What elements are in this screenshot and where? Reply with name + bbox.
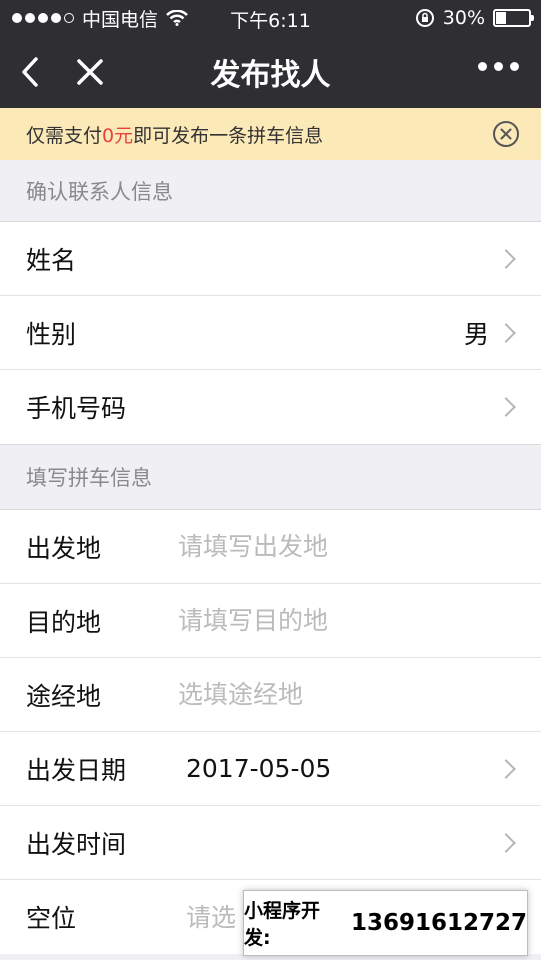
status-bar: 中国电信 下午6:11 30%	[0, 0, 541, 36]
departure-time-row[interactable]: 出发时间	[0, 806, 541, 880]
phone-label: 手机号码	[26, 394, 127, 423]
watermark-overlay: 小程序开发: 13691612727	[243, 890, 528, 956]
chevron-right-icon	[496, 758, 516, 779]
destination-label: 目的地	[26, 607, 102, 637]
chevron-right-icon	[496, 397, 516, 417]
departure-time-label: 出发时间	[26, 829, 127, 859]
departure-date-label: 出发日期	[26, 755, 127, 785]
notice-amount: 0元	[102, 124, 134, 147]
contact-section-header: 确认联系人信息	[0, 160, 541, 222]
chevron-right-icon	[496, 832, 516, 853]
via-label: 途经地	[26, 681, 102, 711]
seats-label: 空位	[26, 904, 77, 933]
close-button[interactable]	[60, 36, 120, 108]
chevron-right-icon	[496, 322, 516, 343]
via-row: 途经地	[0, 658, 541, 732]
trip-group: 出发地 目的地 途经地 出发日期 2017-05-05 出发时间 空位	[0, 510, 541, 954]
close-circle-icon	[500, 128, 512, 140]
origin-label: 出发地	[26, 533, 102, 563]
destination-input[interactable]	[178, 606, 517, 635]
contact-group: 姓名 性别 男 手机号码	[0, 222, 541, 444]
gender-row[interactable]: 性别 男	[0, 296, 541, 370]
origin-row: 出发地	[0, 510, 541, 584]
name-label: 姓名	[26, 245, 77, 275]
gender-value: 男	[463, 319, 489, 349]
departure-date-row[interactable]: 出发日期 2017-05-05	[0, 732, 541, 806]
via-input[interactable]	[178, 680, 517, 709]
phone-row[interactable]: 手机号码	[0, 370, 541, 444]
more-dot-icon	[478, 62, 487, 71]
more-dot-icon	[510, 62, 519, 71]
status-right: 30%	[415, 7, 534, 29]
departure-date-value: 2017-05-05	[186, 754, 332, 783]
more-menu-button[interactable]	[478, 62, 519, 71]
orientation-lock-icon	[415, 9, 434, 27]
notice-suffix: 即可发布一条拼车信息	[133, 124, 324, 147]
notice-prefix: 仅需支付	[26, 124, 103, 147]
battery-fill	[496, 12, 507, 24]
name-row[interactable]: 姓名	[0, 222, 541, 296]
trip-section-header: 填写拼车信息	[0, 444, 541, 510]
origin-input[interactable]	[178, 532, 517, 561]
back-arrow-icon	[22, 57, 38, 87]
back-button[interactable]	[0, 36, 60, 108]
gender-label: 性别	[26, 319, 77, 349]
notice-banner: 仅需支付0元即可发布一条拼车信息	[0, 108, 541, 160]
watermark-phone: 13691612727	[350, 910, 527, 936]
close-icon	[77, 59, 103, 85]
nav-bar: 发布找人	[0, 36, 541, 108]
notice-text: 仅需支付0元即可发布一条拼车信息	[26, 121, 323, 148]
status-time: 下午6:11	[230, 10, 311, 32]
signal-icon	[12, 13, 74, 23]
wifi-icon	[166, 10, 188, 26]
more-dot-icon	[494, 62, 503, 71]
status-left: 中国电信	[12, 5, 188, 32]
notice-close-button[interactable]	[493, 121, 519, 147]
destination-row: 目的地	[0, 584, 541, 658]
carrier-name: 中国电信	[82, 8, 159, 31]
battery-percent: 30%	[442, 7, 485, 29]
chevron-right-icon	[496, 248, 516, 269]
battery-icon	[493, 9, 534, 27]
watermark-label: 小程序开发:	[244, 900, 321, 949]
